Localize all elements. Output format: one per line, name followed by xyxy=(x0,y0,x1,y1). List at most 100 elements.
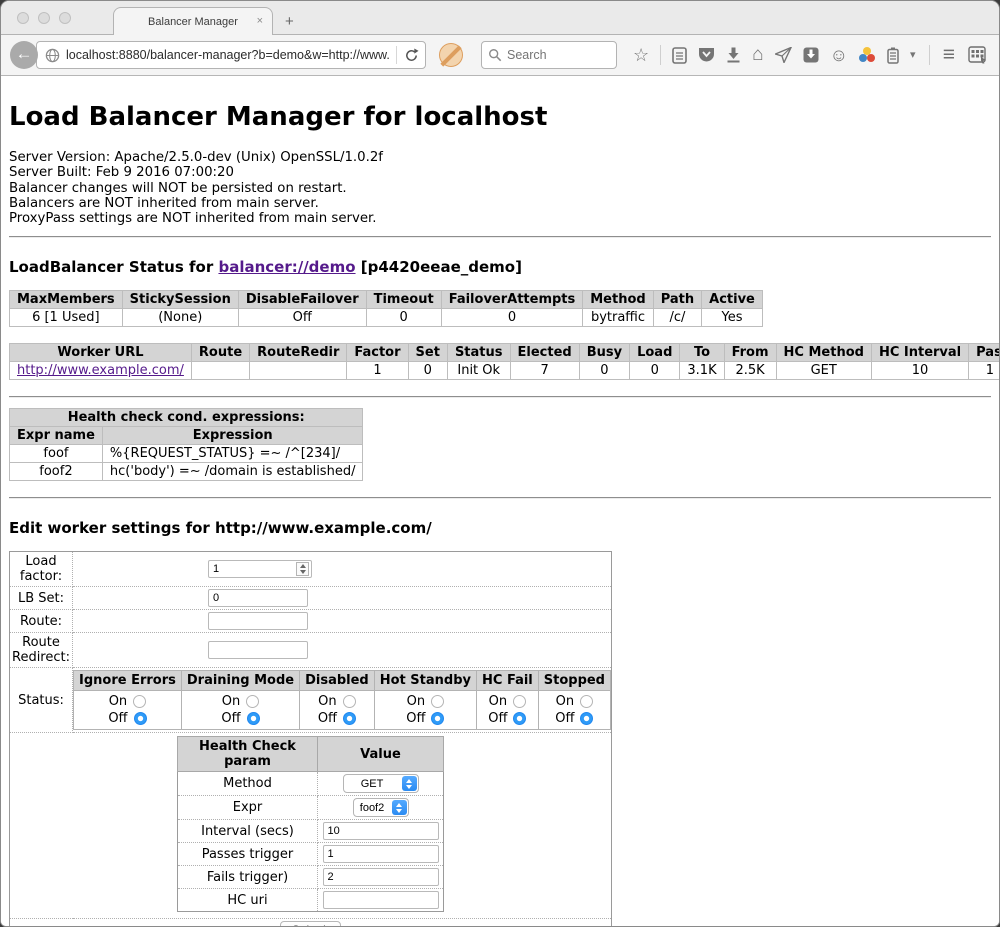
route-redirect-input[interactable] xyxy=(208,641,308,659)
col-method: Method xyxy=(583,291,653,309)
hamburger-menu-icon[interactable]: ≡ xyxy=(943,43,955,67)
balancer-demo-link[interactable]: balancer://demo xyxy=(218,258,355,276)
lb-set-input[interactable] xyxy=(208,589,308,607)
off-label: Off xyxy=(108,711,127,726)
expr-select[interactable]: foof2 xyxy=(353,798,409,817)
status-heading-suffix: [p4420eeae_demo] xyxy=(356,258,522,276)
content-blocker-icon[interactable] xyxy=(439,43,463,67)
stopped-on-radio[interactable] xyxy=(580,695,593,708)
on-label: On xyxy=(407,694,425,709)
minimize-window-button[interactable] xyxy=(38,12,50,24)
back-button[interactable]: ← xyxy=(10,41,38,69)
on-label: On xyxy=(222,694,240,709)
col-hot-standby: Hot Standby xyxy=(374,671,476,691)
stopped-off-radio[interactable] xyxy=(580,712,593,725)
on-label: On xyxy=(318,694,336,709)
zoom-window-button[interactable] xyxy=(59,12,71,24)
cell-expression: hc('body') =~ /domain is established/ xyxy=(102,463,363,481)
home-icon[interactable]: ⌂ xyxy=(752,47,763,63)
server-version-line: Server Version: Apache/2.5.0-dev (Unix) … xyxy=(9,150,991,165)
reading-list-icon[interactable] xyxy=(672,47,687,64)
route-input[interactable] xyxy=(208,612,308,630)
balancer-status-table: MaxMembers StickySession DisableFailover… xyxy=(9,290,763,327)
draining-mode-off-radio[interactable] xyxy=(247,712,260,725)
proxypass-note-line: ProxyPass settings are NOT inherited fro… xyxy=(9,211,991,226)
cell-load: 0 xyxy=(630,362,680,380)
cell-expr-name: foof xyxy=(10,445,103,463)
off-label: Off xyxy=(221,711,240,726)
cell-elected: 7 xyxy=(510,362,579,380)
search-input[interactable] xyxy=(507,48,607,62)
search-bar[interactable] xyxy=(481,41,617,69)
cell-factor: 1 xyxy=(347,362,408,380)
overflow-caret-icon[interactable]: ▾ xyxy=(910,47,916,63)
grid-apps-icon[interactable] xyxy=(968,46,987,64)
status-cell-hot-standby: On Off xyxy=(374,691,476,730)
col-set: Set xyxy=(408,344,447,362)
hot-standby-on-radio[interactable] xyxy=(431,695,444,708)
status-cell-disabled: On Off xyxy=(300,691,375,730)
close-window-button[interactable] xyxy=(17,12,29,24)
cell-busy: 0 xyxy=(579,362,629,380)
expr-select-value: foof2 xyxy=(354,802,391,814)
col-path: Path xyxy=(653,291,701,309)
server-built-line: Server Built: Feb 9 2016 07:00:20 xyxy=(9,165,991,180)
tab-balancer-manager[interactable]: Balancer Manager × xyxy=(113,7,273,35)
col-stopped: Stopped xyxy=(538,671,610,691)
status-cell-hc-fail: On Off xyxy=(477,691,539,730)
video-download-helper-icon[interactable] xyxy=(859,47,876,63)
route-redirect-label: Route Redirect: xyxy=(10,633,73,668)
new-tab-button[interactable]: + xyxy=(285,13,294,30)
expr-table-title: Health check cond. expressions: xyxy=(10,409,363,427)
draining-mode-on-radio[interactable] xyxy=(246,695,259,708)
hc-fail-on-radio[interactable] xyxy=(513,695,526,708)
col-maxmembers: MaxMembers xyxy=(10,291,123,309)
reload-icon[interactable] xyxy=(404,48,419,63)
load-factor-label: Load factor: xyxy=(10,552,73,587)
cell-timeout: 0 xyxy=(366,309,441,327)
hot-standby-off-radio[interactable] xyxy=(431,712,444,725)
passes-trigger-label: Passes trigger xyxy=(178,843,318,866)
battery-extension-icon[interactable] xyxy=(887,47,899,64)
col-value: Value xyxy=(318,737,444,772)
col-load: Load xyxy=(630,344,680,362)
hc-uri-input[interactable] xyxy=(323,891,439,909)
send-icon[interactable] xyxy=(775,47,792,63)
url-bar[interactable]: localhost:8880/balancer-manager?b=demo&w… xyxy=(36,41,426,69)
url-text[interactable]: localhost:8880/balancer-manager?b=demo&w… xyxy=(66,48,389,62)
browser-window: Balancer Manager × + ← localhost:8880/ba… xyxy=(0,0,1000,927)
off-label: Off xyxy=(488,711,507,726)
passes-trigger-input[interactable] xyxy=(323,845,439,863)
disabled-on-radio[interactable] xyxy=(343,695,356,708)
disabled-off-radio[interactable] xyxy=(343,712,356,725)
number-stepper-icon[interactable] xyxy=(296,562,309,576)
chat-smiley-icon[interactable]: ☺ xyxy=(830,47,848,63)
ignore-errors-on-radio[interactable] xyxy=(133,695,146,708)
hc-fail-off-radio[interactable] xyxy=(513,712,526,725)
method-select[interactable]: GET xyxy=(343,774,419,793)
hc-uri-label: HC uri xyxy=(178,889,318,912)
cell-active: Yes xyxy=(702,309,763,327)
col-disablefailover: DisableFailover xyxy=(238,291,366,309)
method-label: Method xyxy=(178,772,318,796)
toolbar-action-icons: ☆ ⌂ ☺ ▾ xyxy=(633,45,916,65)
extension-download-icon[interactable] xyxy=(803,47,819,63)
worker-url-link[interactable]: http://www.example.com/ xyxy=(17,363,184,378)
bookmark-star-icon[interactable]: ☆ xyxy=(633,47,649,63)
status-cell-stopped: On Off xyxy=(538,691,610,730)
download-icon[interactable] xyxy=(726,47,741,63)
loadbalancer-status-heading: LoadBalancer Status for balancer://demo … xyxy=(9,258,991,276)
fails-trigger-input[interactable] xyxy=(323,868,439,886)
submit-button[interactable]: Submit xyxy=(280,921,341,927)
cell-path: /c/ xyxy=(653,309,701,327)
tab-close-icon[interactable]: × xyxy=(257,15,263,28)
pocket-icon[interactable] xyxy=(698,47,715,63)
cell-stickysession: (None) xyxy=(122,309,238,327)
cell-passes: 1 (0) xyxy=(969,362,999,380)
edit-worker-heading: Edit worker settings for http://www.exam… xyxy=(9,519,991,537)
page-title: Load Balancer Manager for localhost xyxy=(9,102,991,132)
select-stepper-icon xyxy=(392,800,407,815)
ignore-errors-off-radio[interactable] xyxy=(134,712,147,725)
balancers-note-line: Balancers are NOT inherited from main se… xyxy=(9,196,991,211)
interval-input[interactable] xyxy=(323,822,439,840)
